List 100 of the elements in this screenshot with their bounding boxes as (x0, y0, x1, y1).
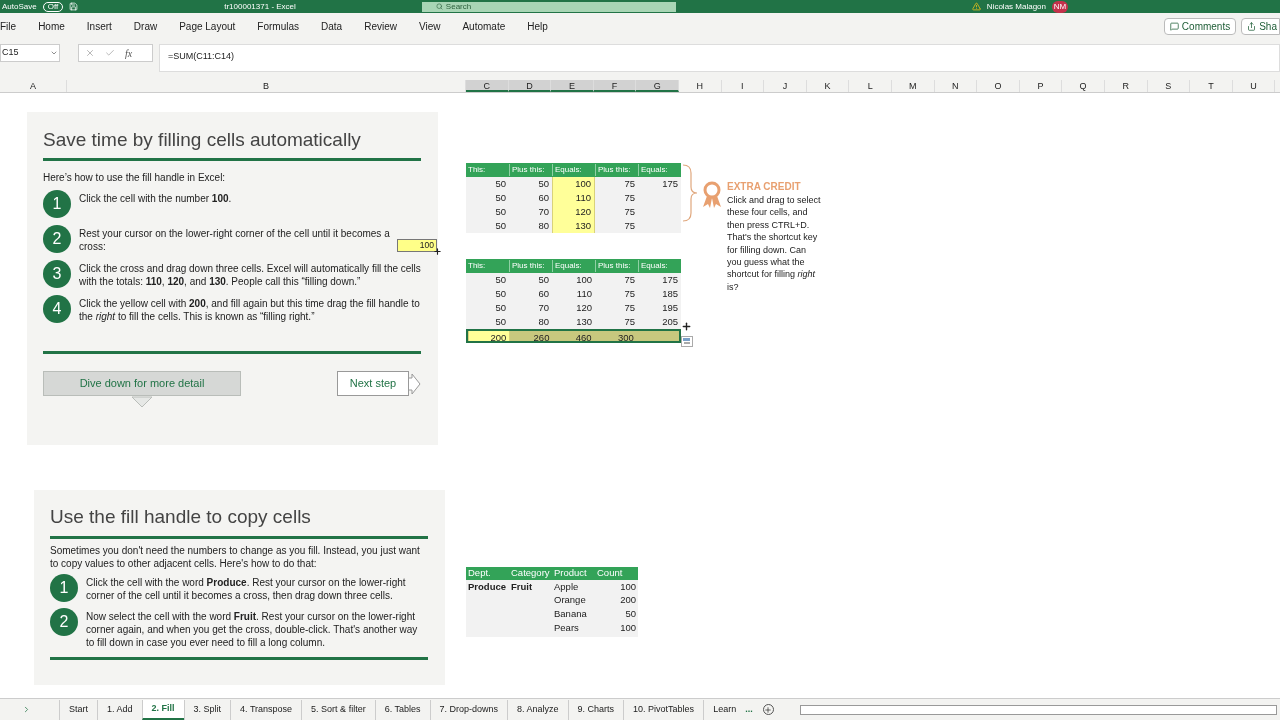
cross-cursor-icon (681, 321, 692, 332)
table-cell: 460 (552, 331, 595, 341)
ribbon-tab[interactable]: Review (364, 19, 397, 34)
next-step-button[interactable]: Next step (337, 371, 409, 396)
table-cell: 80 (509, 315, 552, 329)
column-header[interactable]: D (508, 80, 552, 92)
ribbon-tab[interactable]: Data (321, 19, 343, 34)
step-text: Click the yellow cell with 200, and fill again but this time drag the fill handle to the right to fill the cells. This is known as “filling right.” (79, 297, 421, 323)
cancel-icon[interactable] (85, 48, 95, 58)
ribbon-tab[interactable]: View (418, 19, 441, 34)
column-header[interactable]: L (849, 80, 892, 92)
add-sheet-button[interactable] (762, 704, 774, 715)
enter-icon[interactable] (105, 48, 115, 58)
step-number-badge: 3 (43, 260, 71, 288)
sheet-tab[interactable]: Learn (703, 699, 746, 720)
sheet-tab[interactable]: 1. Add (97, 699, 142, 720)
table-cell: 80 (509, 219, 552, 233)
intro-text: Here’s how to use the fill handle in Excel: (43, 171, 227, 185)
column-header[interactable]: S (1147, 80, 1191, 92)
column-header[interactable]: K (806, 80, 850, 92)
step-number-badge: 2 (43, 225, 71, 253)
column-header[interactable]: Q (1062, 80, 1105, 92)
table-cell: 120 (552, 301, 595, 315)
table-cell: 130 (552, 219, 595, 233)
cross-cursor-icon (433, 247, 442, 256)
table-header-cell: Equals: (638, 260, 681, 272)
user-avatar[interactable]: NM (1052, 0, 1068, 13)
search-field[interactable]: Search (421, 1, 676, 12)
panel-title: Use the fill handle to copy cells (50, 505, 312, 529)
dive-down-button[interactable]: Dive down for more detail (43, 371, 241, 396)
share-button[interactable]: Sha (1241, 18, 1280, 35)
sheet-tab[interactable]: 6. Tables (374, 699, 430, 720)
user-name: Nicolas Malagon (986, 1, 1046, 12)
column-header[interactable]: F (593, 80, 637, 92)
column-header[interactable]: P (1019, 80, 1063, 92)
table-cell: 50 (466, 205, 509, 219)
table-cell: 75 (595, 301, 638, 315)
table-cell: 75 (595, 315, 638, 329)
table-cell-text: 100 (619, 620, 637, 635)
sheet-tab[interactable]: Start (59, 699, 97, 720)
table-cell: 260 (510, 331, 553, 341)
column-header[interactable]: G (636, 80, 679, 92)
column-header[interactable]: E (551, 80, 594, 92)
table-header-cell-text: Count (596, 566, 624, 581)
search-icon (435, 3, 443, 10)
column-header[interactable]: H (678, 80, 722, 92)
column-header[interactable]: N (934, 80, 978, 92)
table-header-cell-text: Category (510, 566, 551, 581)
name-box[interactable]: C15 (0, 44, 60, 62)
dropdown-caret-icon[interactable] (50, 49, 58, 57)
extra-credit-text: Click and drag to select these four cells, and then press CTRL+D. That's the shortcut key for filling down. Can you guess what the shortcut for filling right is? (727, 194, 822, 294)
ribbon-tab[interactable]: Insert (86, 19, 112, 34)
column-header[interactable]: A (0, 80, 67, 92)
table-cell-text: 100 (619, 579, 637, 594)
down-arrow-icon (131, 396, 153, 408)
more-tabs-button[interactable]: ... (745, 702, 753, 717)
column-header[interactable]: M (891, 80, 935, 92)
column-header[interactable]: I (721, 80, 765, 92)
sheet-tab[interactable]: 4. Transpose (230, 699, 302, 720)
scroll-tabs-right-icon[interactable] (22, 705, 31, 714)
table-cell-text: Banana (553, 607, 588, 622)
sample-cell: 100 (397, 239, 437, 252)
ribbon-tab[interactable]: Help (527, 19, 548, 34)
sheet-tab[interactable]: 5. Sort & filter (301, 699, 375, 720)
table-cell: 75 (595, 177, 638, 191)
ribbon-tab[interactable]: Formulas (257, 19, 300, 34)
table-cell: Fruit (511, 580, 533, 592)
column-header[interactable]: C (466, 80, 509, 92)
column-header[interactable]: J (764, 80, 807, 92)
column-header[interactable]: O (977, 80, 1020, 92)
sheet-tab[interactable]: 10. PivotTables (623, 699, 704, 720)
sheet-tab[interactable]: 3. Split (183, 699, 231, 720)
ribbon-tab[interactable]: Home (38, 19, 65, 34)
table-cell-text: 50 (624, 607, 637, 622)
table-cell-text: Orange (553, 593, 587, 608)
ribbon-tab[interactable]: Automate (462, 19, 506, 34)
insert-function-button[interactable]: fx (125, 45, 133, 61)
ribbon-tab[interactable]: Draw (133, 19, 158, 34)
warning-icon (971, 2, 981, 11)
sheet-tab[interactable]: 2. Fill (141, 699, 184, 720)
table-header-cell-text: This: (467, 260, 487, 272)
column-header[interactable]: U (1232, 80, 1276, 92)
formula-field[interactable]: =SUM(C11:C14) (159, 44, 1280, 72)
comments-button[interactable]: Comments (1163, 18, 1237, 35)
table-cell: 50 (466, 219, 509, 233)
step-number-badge: 1 (50, 574, 78, 602)
ribbon-tab[interactable]: File (0, 19, 17, 34)
column-header[interactable]: R (1104, 80, 1148, 92)
table-cell: 50 (466, 315, 509, 329)
award-ribbon-icon (701, 181, 723, 209)
auto-fill-options-icon[interactable] (681, 336, 693, 347)
sheet-tab[interactable]: 9. Charts (567, 699, 624, 720)
ribbon-tab[interactable]: Page Layout (179, 19, 236, 34)
horizontal-scrollbar[interactable] (799, 704, 1277, 715)
column-header[interactable]: T (1190, 80, 1233, 92)
window-title: tr100001371 - Excel (224, 1, 296, 12)
sheet-tab[interactable]: 8. Analyze (507, 699, 568, 720)
table-cell: 175 (638, 177, 681, 191)
sheet-tab[interactable]: 7. Drop-downs (429, 699, 508, 720)
table-cell: 205 (638, 315, 681, 329)
